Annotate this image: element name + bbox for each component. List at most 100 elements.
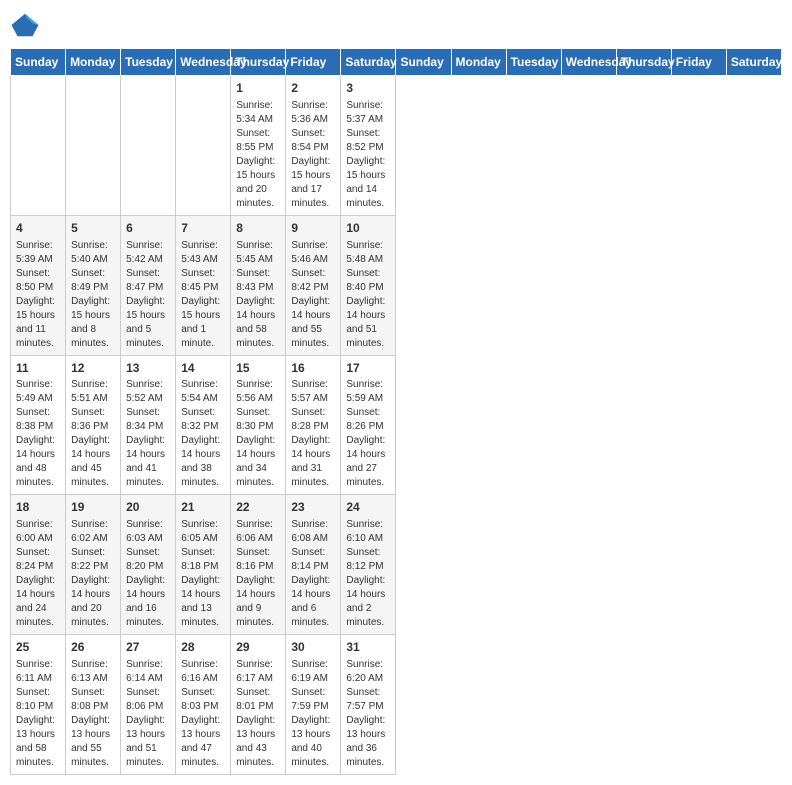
- calendar-cell: 31Sunrise: 6:20 AM Sunset: 7:57 PM Dayli…: [341, 635, 396, 775]
- day-content: Sunrise: 6:02 AM Sunset: 8:22 PM Dayligh…: [71, 518, 115, 630]
- day-number: 16: [291, 360, 335, 377]
- calendar-cell: 16Sunrise: 5:57 AM Sunset: 8:28 PM Dayli…: [286, 355, 341, 495]
- calendar-cell: 1 Sunrise: 5:34 AM Sunset: 8:55 PM Daylig…: [231, 76, 286, 216]
- day-number: 27: [126, 639, 170, 656]
- day-content: Sunrise: 5:42 AM Sunset: 8:47 PM Dayligh…: [126, 239, 170, 351]
- day-content: Sunrise: 5:48 AM Sunset: 8:40 PM Dayligh…: [346, 239, 390, 351]
- day-header-wednesday: Wednesday: [176, 49, 231, 76]
- day-content: Sunrise: 6:14 AM Sunset: 8:06 PM Dayligh…: [126, 658, 170, 770]
- day-header-wednesday: Wednesday: [561, 49, 616, 76]
- day-content: Sunrise: 5:54 AM Sunset: 8:32 PM Dayligh…: [181, 378, 225, 490]
- calendar-week-row: 18Sunrise: 6:00 AM Sunset: 8:24 PM Dayli…: [11, 495, 782, 635]
- calendar-cell: 27 Sunrise: 6:14 AM Sunset: 8:06 PM Dayli…: [121, 635, 176, 775]
- day-number: 25: [16, 639, 60, 656]
- calendar-week-row: 1 Sunrise: 5:34 AM Sunset: 8:55 PM Daylig…: [11, 76, 782, 216]
- day-content: Sunrise: 5:36 AM Sunset: 8:54 PM Dayligh…: [291, 99, 335, 211]
- calendar-cell: 22 Sunrise: 6:06 AM Sunset: 8:16 PM Dayli…: [231, 495, 286, 635]
- calendar-cell: 15Sunrise: 5:56 AM Sunset: 8:30 PM Dayli…: [231, 355, 286, 495]
- calendar-cell: 24Sunrise: 6:10 AM Sunset: 8:12 PM Dayli…: [341, 495, 396, 635]
- calendar-cell: 11Sunrise: 5:49 AM Sunset: 8:38 PM Dayli…: [11, 355, 66, 495]
- day-content: Sunrise: 5:59 AM Sunset: 8:26 PM Dayligh…: [346, 378, 390, 490]
- day-number: 21: [181, 499, 225, 516]
- day-header-monday: Monday: [66, 49, 121, 76]
- day-content: Sunrise: 6:06 AM Sunset: 8:16 PM Dayligh…: [236, 518, 280, 630]
- day-content: Sunrise: 6:11 AM Sunset: 8:10 PM Dayligh…: [16, 658, 60, 770]
- day-content: Sunrise: 6:03 AM Sunset: 8:20 PM Dayligh…: [126, 518, 170, 630]
- calendar-cell: 20 Sunrise: 6:03 AM Sunset: 8:20 PM Dayli…: [121, 495, 176, 635]
- calendar-cell: 14Sunrise: 5:54 AM Sunset: 8:32 PM Dayli…: [176, 355, 231, 495]
- day-number: 18: [16, 499, 60, 516]
- calendar-cell: 18Sunrise: 6:00 AM Sunset: 8:24 PM Dayli…: [11, 495, 66, 635]
- day-number: 8: [236, 220, 280, 237]
- day-number: 2: [291, 80, 335, 97]
- calendar-cell: 17Sunrise: 5:59 AM Sunset: 8:26 PM Dayli…: [341, 355, 396, 495]
- calendar-cell: 10 Sunrise: 5:48 AM Sunset: 8:40 PM Dayli…: [341, 215, 396, 355]
- logo-icon: [10, 10, 40, 40]
- calendar-cell: 5 Sunrise: 5:40 AM Sunset: 8:49 PM Daylig…: [66, 215, 121, 355]
- day-number: 15: [236, 360, 280, 377]
- day-number: 20: [126, 499, 170, 516]
- day-number: 23: [291, 499, 335, 516]
- day-number: 13: [126, 360, 170, 377]
- calendar-cell: 26Sunrise: 6:13 AM Sunset: 8:08 PM Dayli…: [66, 635, 121, 775]
- calendar-cell: 13Sunrise: 5:52 AM Sunset: 8:34 PM Dayli…: [121, 355, 176, 495]
- day-number: 10: [346, 220, 390, 237]
- calendar-week-row: 25 Sunrise: 6:11 AM Sunset: 8:10 PM Dayli…: [11, 635, 782, 775]
- calendar-cell: 30 Sunrise: 6:19 AM Sunset: 7:59 PM Dayli…: [286, 635, 341, 775]
- day-number: 28: [181, 639, 225, 656]
- day-number: 31: [346, 639, 390, 656]
- day-content: Sunrise: 5:34 AM Sunset: 8:55 PM Dayligh…: [236, 99, 280, 211]
- calendar-cell: 8 Sunrise: 5:45 AM Sunset: 8:43 PM Daylig…: [231, 215, 286, 355]
- day-number: 11: [16, 360, 60, 377]
- calendar-cell: 19 Sunrise: 6:02 AM Sunset: 8:22 PM Dayli…: [66, 495, 121, 635]
- day-content: Sunrise: 5:45 AM Sunset: 8:43 PM Dayligh…: [236, 239, 280, 351]
- day-content: Sunrise: 6:13 AM Sunset: 8:08 PM Dayligh…: [71, 658, 115, 770]
- day-number: 7: [181, 220, 225, 237]
- calendar-cell: 21 Sunrise: 6:05 AM Sunset: 8:18 PM Dayli…: [176, 495, 231, 635]
- day-number: 22: [236, 499, 280, 516]
- calendar-week-row: 11Sunrise: 5:49 AM Sunset: 8:38 PM Dayli…: [11, 355, 782, 495]
- day-content: Sunrise: 6:17 AM Sunset: 8:01 PM Dayligh…: [236, 658, 280, 770]
- calendar-cell: 3Sunrise: 5:37 AM Sunset: 8:52 PM Daylig…: [341, 76, 396, 216]
- calendar-cell: 25 Sunrise: 6:11 AM Sunset: 8:10 PM Dayli…: [11, 635, 66, 775]
- day-header-monday: Monday: [451, 49, 506, 76]
- day-header-sunday: Sunday: [396, 49, 451, 76]
- day-number: 19: [71, 499, 115, 516]
- calendar-cell: 28Sunrise: 6:16 AM Sunset: 8:03 PM Dayli…: [176, 635, 231, 775]
- day-content: Sunrise: 5:49 AM Sunset: 8:38 PM Dayligh…: [16, 378, 60, 490]
- day-number: 9: [291, 220, 335, 237]
- calendar-week-row: 4Sunrise: 5:39 AM Sunset: 8:50 PM Daylig…: [11, 215, 782, 355]
- day-content: Sunrise: 5:40 AM Sunset: 8:49 PM Dayligh…: [71, 239, 115, 351]
- calendar-cell: [66, 76, 121, 216]
- day-number: 3: [346, 80, 390, 97]
- day-header-sunday: Sunday: [11, 49, 66, 76]
- calendar-cell: [11, 76, 66, 216]
- day-header-friday: Friday: [286, 49, 341, 76]
- calendar-cell: 4Sunrise: 5:39 AM Sunset: 8:50 PM Daylig…: [11, 215, 66, 355]
- calendar-cell: 12Sunrise: 5:51 AM Sunset: 8:36 PM Dayli…: [66, 355, 121, 495]
- day-number: 30: [291, 639, 335, 656]
- day-content: Sunrise: 5:46 AM Sunset: 8:42 PM Dayligh…: [291, 239, 335, 351]
- day-number: 4: [16, 220, 60, 237]
- day-number: 17: [346, 360, 390, 377]
- day-header-saturday: Saturday: [726, 49, 781, 76]
- day-content: Sunrise: 5:52 AM Sunset: 8:34 PM Dayligh…: [126, 378, 170, 490]
- day-number: 1: [236, 80, 280, 97]
- day-number: 12: [71, 360, 115, 377]
- calendar-cell: 29Sunrise: 6:17 AM Sunset: 8:01 PM Dayli…: [231, 635, 286, 775]
- calendar-table: SundayMondayTuesdayWednesdayThursdayFrid…: [10, 48, 782, 775]
- day-content: Sunrise: 6:19 AM Sunset: 7:59 PM Dayligh…: [291, 658, 335, 770]
- day-header-saturday: Saturday: [341, 49, 396, 76]
- day-number: 14: [181, 360, 225, 377]
- calendar-cell: 7Sunrise: 5:43 AM Sunset: 8:45 PM Daylig…: [176, 215, 231, 355]
- day-header-tuesday: Tuesday: [121, 49, 176, 76]
- day-content: Sunrise: 5:51 AM Sunset: 8:36 PM Dayligh…: [71, 378, 115, 490]
- page-header: [10, 10, 782, 40]
- day-number: 5: [71, 220, 115, 237]
- day-content: Sunrise: 6:05 AM Sunset: 8:18 PM Dayligh…: [181, 518, 225, 630]
- day-header-friday: Friday: [671, 49, 726, 76]
- day-content: Sunrise: 6:10 AM Sunset: 8:12 PM Dayligh…: [346, 518, 390, 630]
- calendar-header-row: SundayMondayTuesdayWednesdayThursdayFrid…: [11, 49, 782, 76]
- calendar-cell: 6Sunrise: 5:42 AM Sunset: 8:47 PM Daylig…: [121, 215, 176, 355]
- day-header-thursday: Thursday: [616, 49, 671, 76]
